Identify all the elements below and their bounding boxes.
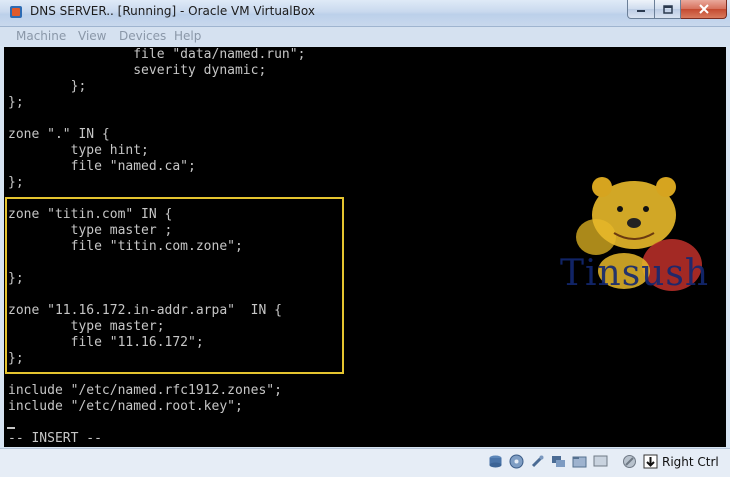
title-bar: DNS SERVER.. [Running] - Oracle VM Virtu… <box>0 0 730 27</box>
virtualbox-app-icon <box>10 6 22 18</box>
close-icon <box>698 4 709 14</box>
network-icon[interactable] <box>551 454 566 469</box>
usb-icon[interactable] <box>530 454 545 469</box>
host-key-label: Right Ctrl <box>662 455 719 469</box>
console-line: include "/etc/named.rfc1912.zones"; <box>8 383 282 398</box>
console-line: }; <box>8 95 24 110</box>
menu-bar: Machine View Devices Help <box>0 27 730 46</box>
close-button[interactable] <box>681 0 727 19</box>
menu-machine[interactable]: Machine <box>16 29 66 43</box>
menu-view[interactable]: View <box>78 29 106 43</box>
console-line: }; <box>8 175 24 190</box>
console-line: }; <box>8 79 87 94</box>
console-line: file "data/named.run"; <box>8 47 306 62</box>
guest-console-screen[interactable]: file "data/named.run"; severity dynamic;… <box>4 47 726 447</box>
console-line: include "/etc/named.root.key"; <box>8 399 243 414</box>
maximize-button[interactable] <box>655 0 681 19</box>
status-bar: Right Ctrl <box>0 448 730 477</box>
minimize-icon <box>637 10 645 12</box>
text-cursor <box>7 427 15 429</box>
minimize-button[interactable] <box>627 0 655 19</box>
hard-disk-icon[interactable] <box>488 454 503 469</box>
menu-devices[interactable]: Devices <box>119 29 166 43</box>
mouse-integration-icon[interactable] <box>622 454 637 469</box>
maximize-icon <box>662 4 673 14</box>
watermark-text: Tinsush <box>560 253 710 294</box>
console-line: type hint; <box>8 143 149 158</box>
host-key-icon <box>643 454 658 469</box>
console-line: -- INSERT -- <box>8 431 102 446</box>
shared-folder-icon[interactable] <box>572 454 587 469</box>
menu-help[interactable]: Help <box>174 29 201 43</box>
console-line: zone "." IN { <box>8 127 110 142</box>
window-title: DNS SERVER.. [Running] - Oracle VM Virtu… <box>30 4 315 18</box>
display-icon[interactable] <box>593 454 608 469</box>
optical-drive-icon[interactable] <box>509 454 524 469</box>
console-line: severity dynamic; <box>8 63 267 78</box>
zone-highlight-box <box>5 197 344 374</box>
window-controls <box>627 0 727 19</box>
console-line: file "named.ca"; <box>8 159 196 174</box>
